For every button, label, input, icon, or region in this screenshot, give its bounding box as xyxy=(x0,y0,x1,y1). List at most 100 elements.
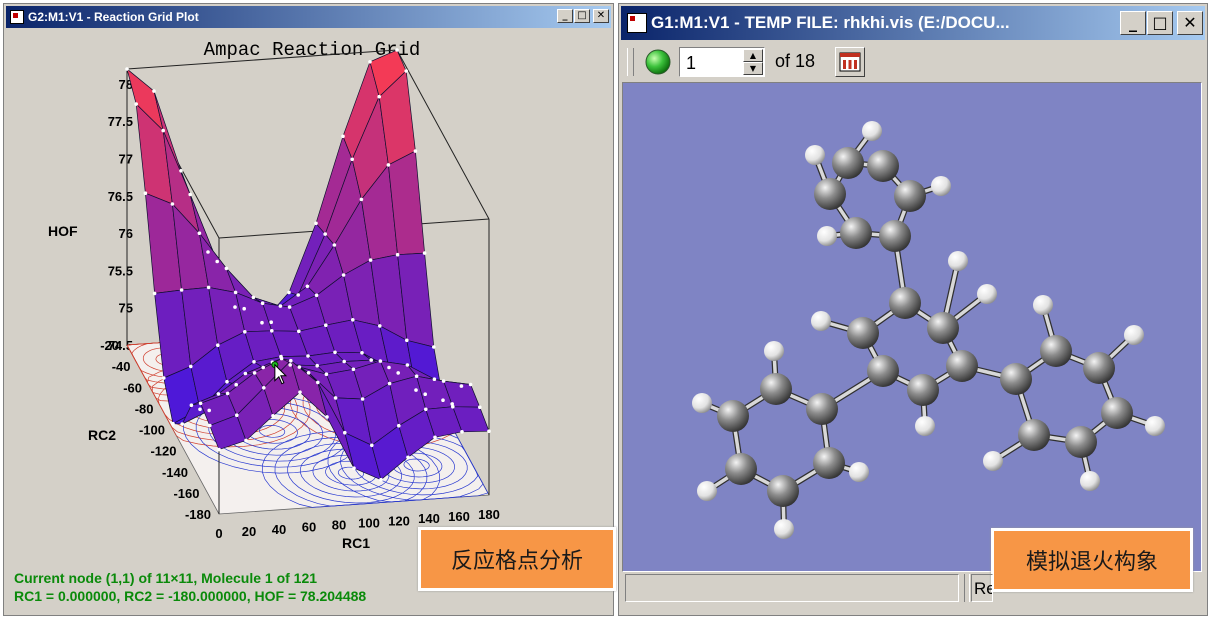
grid-node[interactable] xyxy=(224,266,229,271)
play-button[interactable] xyxy=(645,49,671,75)
grid-node[interactable] xyxy=(387,365,391,370)
carbon-atom[interactable] xyxy=(1000,363,1032,395)
grid-node[interactable] xyxy=(450,402,455,406)
minimize-button[interactable]: _ xyxy=(1120,11,1146,35)
grid-node[interactable] xyxy=(324,372,329,377)
hydrogen-atom[interactable] xyxy=(1145,416,1165,436)
grid-node[interactable] xyxy=(278,304,283,308)
animation-options-button[interactable] xyxy=(835,47,865,77)
hydrogen-atom[interactable] xyxy=(692,393,712,413)
carbon-atom[interactable] xyxy=(1083,352,1115,384)
app-icon[interactable] xyxy=(10,10,24,24)
grid-node[interactable] xyxy=(143,191,148,195)
grid-node[interactable] xyxy=(423,392,428,397)
grid-node[interactable] xyxy=(208,423,212,428)
grid-node[interactable] xyxy=(235,413,239,418)
close-button[interactable]: ✕ xyxy=(593,9,609,23)
grid-node[interactable] xyxy=(386,163,391,167)
grid-node[interactable] xyxy=(359,197,364,202)
grid-node[interactable] xyxy=(305,284,310,289)
grid-node[interactable] xyxy=(189,364,193,369)
grid-node[interactable] xyxy=(333,396,338,400)
carbon-atom[interactable] xyxy=(847,317,879,349)
grid-node[interactable] xyxy=(441,379,446,383)
maximize-button[interactable]: □ xyxy=(1147,11,1173,35)
grid-node[interactable] xyxy=(325,415,329,419)
grid-node[interactable] xyxy=(297,365,302,369)
grid-node[interactable] xyxy=(197,231,202,235)
hydrogen-atom[interactable] xyxy=(697,481,717,501)
hydrogen-atom[interactable] xyxy=(764,341,784,361)
grid-node[interactable] xyxy=(296,293,301,297)
grid-node[interactable] xyxy=(459,384,464,388)
carbon-atom[interactable] xyxy=(894,180,926,212)
grid-node[interactable] xyxy=(468,382,473,387)
grid-node[interactable] xyxy=(378,359,383,363)
grid-node[interactable] xyxy=(414,374,419,379)
grid-node[interactable] xyxy=(314,221,318,226)
grid-node[interactable] xyxy=(351,318,355,322)
grid-node[interactable] xyxy=(179,288,184,292)
carbon-atom[interactable] xyxy=(717,400,749,432)
carbon-atom[interactable] xyxy=(1101,397,1133,429)
carbon-atom[interactable] xyxy=(725,453,757,485)
grid-node[interactable] xyxy=(478,405,482,410)
carbon-atom[interactable] xyxy=(1065,426,1097,458)
right-title-bar[interactable]: G1:M1:V1 - TEMP FILE: rhkhi.vis (E:/DOCU… xyxy=(621,6,1205,40)
grid-node[interactable] xyxy=(217,447,221,452)
hydrogen-atom[interactable] xyxy=(948,251,968,271)
hydrogen-atom[interactable] xyxy=(811,311,831,331)
grid-node[interactable] xyxy=(387,381,392,386)
grid-node[interactable] xyxy=(243,371,248,376)
grid-node[interactable] xyxy=(316,380,320,385)
grid-node[interactable] xyxy=(189,403,194,408)
molecule-render[interactable] xyxy=(623,83,1201,571)
hydrogen-atom[interactable] xyxy=(1124,325,1144,345)
grid-node[interactable] xyxy=(368,258,373,262)
grid-node[interactable] xyxy=(152,291,157,296)
carbon-atom[interactable] xyxy=(767,475,799,507)
carbon-atom[interactable] xyxy=(832,147,864,179)
minimize-button[interactable]: _ xyxy=(557,9,573,23)
grid-node[interactable] xyxy=(271,414,275,418)
grid-node[interactable] xyxy=(395,48,399,52)
grid-node[interactable] xyxy=(233,305,237,309)
grid-node[interactable] xyxy=(162,376,166,380)
grid-node[interactable] xyxy=(188,192,192,197)
carbon-atom[interactable] xyxy=(813,447,845,479)
carbon-atom[interactable] xyxy=(889,287,921,319)
grid-node[interactable] xyxy=(404,69,409,73)
grid-node[interactable] xyxy=(424,407,428,412)
grid-node[interactable] xyxy=(405,363,410,367)
grid-node[interactable] xyxy=(343,430,347,435)
carbon-atom[interactable] xyxy=(879,220,911,252)
molecule-viewport[interactable] xyxy=(622,82,1202,572)
carbon-atom[interactable] xyxy=(814,178,846,210)
spin-down-button[interactable]: ▼ xyxy=(743,62,763,75)
close-button[interactable]: ✕ xyxy=(1177,11,1203,35)
grid-node[interactable] xyxy=(298,390,302,395)
grid-node[interactable] xyxy=(324,323,328,328)
grid-node[interactable] xyxy=(269,320,274,325)
hydrogen-atom[interactable] xyxy=(931,176,951,196)
grid-node[interactable] xyxy=(261,365,265,370)
grid-node[interactable] xyxy=(377,94,382,99)
grid-node[interactable] xyxy=(225,391,230,396)
grid-node[interactable] xyxy=(288,363,293,367)
grid-node[interactable] xyxy=(306,371,311,375)
grid-node[interactable] xyxy=(207,408,211,413)
grid-node[interactable] xyxy=(171,421,175,426)
grid-node[interactable] xyxy=(262,386,266,390)
grid-node[interactable] xyxy=(333,350,337,355)
spin-up-button[interactable]: ▲ xyxy=(743,49,763,62)
grid-node[interactable] xyxy=(341,134,345,139)
grid-node[interactable] xyxy=(406,455,410,460)
frame-spinner[interactable]: ▲ ▼ xyxy=(743,49,763,75)
hydrogen-atom[interactable] xyxy=(915,416,935,436)
grid-node[interactable] xyxy=(287,290,291,295)
grid-node[interactable] xyxy=(341,273,346,277)
carbon-atom[interactable] xyxy=(867,355,899,387)
carbon-atom[interactable] xyxy=(867,150,899,182)
grid-node[interactable] xyxy=(378,324,382,328)
carbon-atom[interactable] xyxy=(806,393,838,425)
